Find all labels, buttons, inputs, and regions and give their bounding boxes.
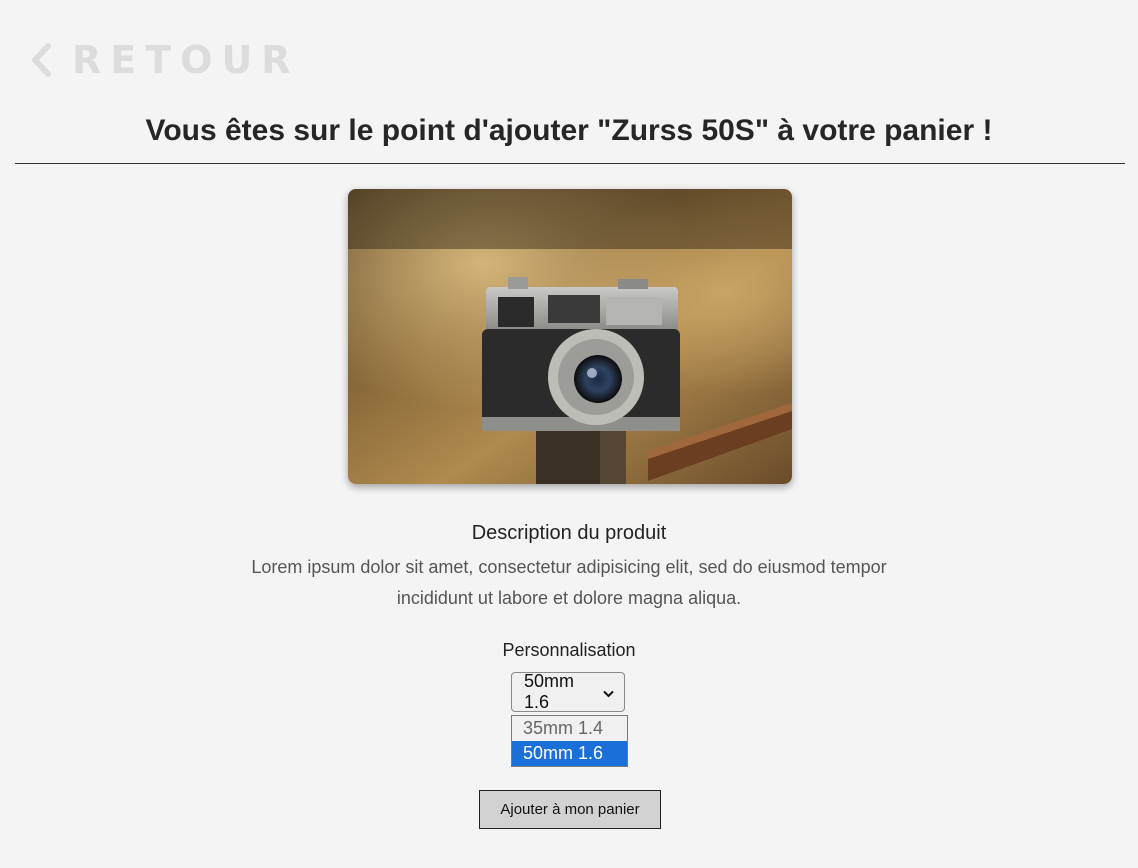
option-50mm[interactable]: 50mm 1.6 <box>512 741 627 766</box>
page-title: Vous êtes sur le point d'ajouter "Zurss … <box>145 114 993 147</box>
chevron-down-icon <box>603 682 614 703</box>
description-title: Description du produit <box>471 522 667 544</box>
option-35mm[interactable]: 35mm 1.4 <box>512 716 627 741</box>
customization-dropdown: 35mm 1.4 50mm 1.6 <box>511 715 628 767</box>
chevron-left-icon <box>30 42 52 78</box>
customization-label: Personnalisation <box>502 640 636 660</box>
add-to-cart-button[interactable]: Ajouter à mon panier <box>479 790 661 829</box>
title-divider <box>15 163 1125 164</box>
product-image <box>348 189 792 484</box>
description-text: Lorem ipsum dolor sit amet, consectetur … <box>251 557 887 608</box>
back-link[interactable]: RETOUR <box>30 38 300 82</box>
back-label: RETOUR <box>72 38 300 82</box>
customization-select[interactable]: 50mm 1.6 <box>511 671 625 712</box>
select-value: 50mm 1.6 <box>524 671 575 712</box>
